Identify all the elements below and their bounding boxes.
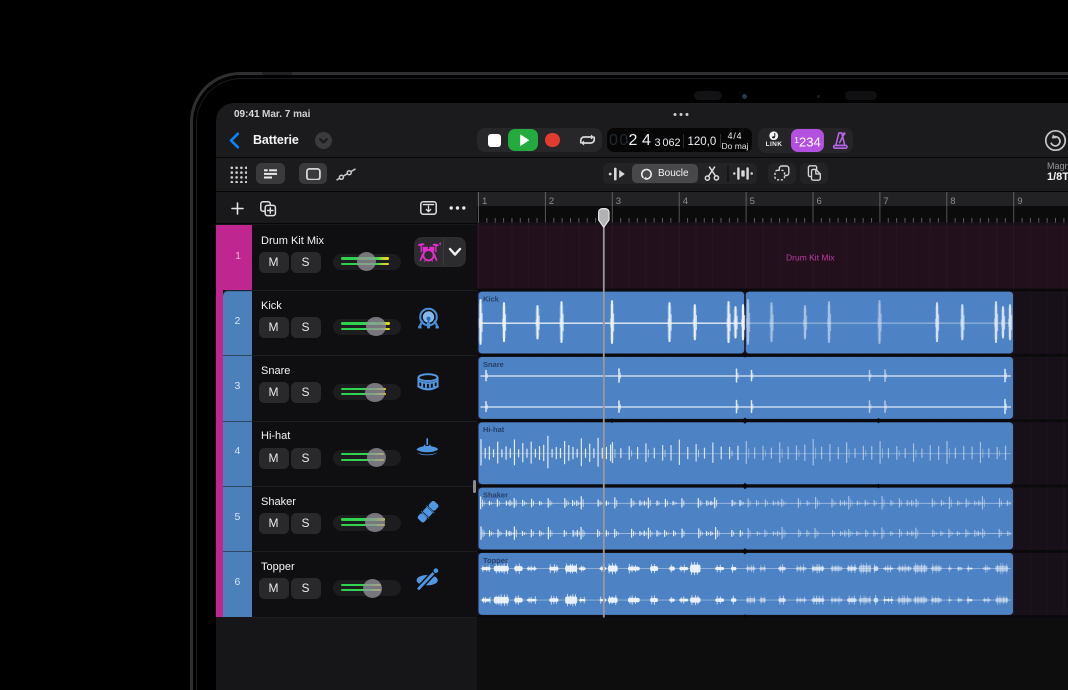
svg-text:6: 6 [817, 196, 822, 207]
svg-text:1: 1 [482, 196, 487, 207]
svg-text:4: 4 [683, 196, 688, 207]
svg-text:Kick: Kick [483, 295, 500, 304]
svg-text:Snare: Snare [483, 360, 504, 369]
svg-text:Hi-hat: Hi-hat [483, 425, 505, 434]
svg-text:2: 2 [549, 196, 554, 207]
svg-text:5: 5 [750, 196, 755, 207]
svg-text:3: 3 [616, 196, 621, 207]
svg-text:8: 8 [950, 196, 955, 207]
svg-text:Drum Kit Mix: Drum Kit Mix [786, 253, 835, 263]
svg-text:Shaker: Shaker [483, 491, 508, 500]
svg-text:7: 7 [883, 196, 888, 207]
svg-text:9: 9 [1017, 196, 1022, 207]
